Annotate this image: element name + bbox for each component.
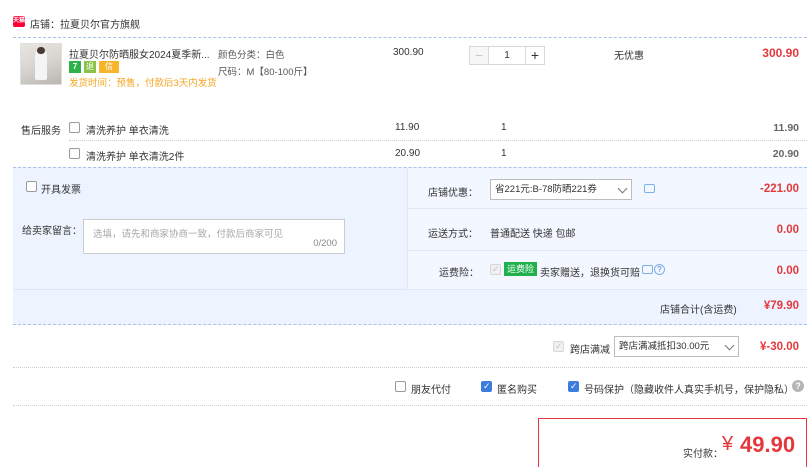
cross-store-label: 跨店满减	[570, 345, 610, 356]
coupon-select[interactable]: 省221元:B-78防晒221券	[490, 179, 632, 200]
tmall-shop-icon: 天猫	[13, 16, 25, 27]
coupon-amount: -221.00	[759, 183, 799, 195]
after-sales-label: 售后服务	[21, 126, 61, 137]
insurance-text: 卖家赠送，退换货可赔	[540, 268, 640, 279]
cross-store-checkbox[interactable]	[553, 341, 564, 352]
product-thumbnail[interactable]	[20, 43, 62, 85]
chat-bubble-icon[interactable]	[642, 265, 653, 274]
service-total: 11.90	[773, 122, 799, 134]
invoice-label: 开具发票	[41, 185, 81, 196]
quantity-input[interactable]: 1	[489, 47, 525, 64]
service-checkbox[interactable]	[69, 148, 80, 159]
divider	[13, 37, 807, 38]
spec-size: 尺码：M【80-100斤】	[218, 67, 313, 78]
service-name: 清洗养护 单衣清洗2件	[86, 152, 185, 163]
help-icon[interactable]: ?	[654, 264, 665, 275]
service-qty: 1	[501, 148, 507, 159]
message-label: 给卖家留言：	[22, 226, 82, 237]
shop-total-label: 店铺合计(含运费)	[660, 305, 737, 316]
invoice-checkbox[interactable]	[26, 181, 37, 192]
service-checkbox[interactable]	[69, 122, 80, 133]
shipping-method: 普通配送 快递 包邮	[490, 229, 576, 240]
currency-symbol: ¥	[722, 433, 734, 455]
coupon-label: 店铺优惠：	[428, 188, 478, 199]
unit-price: 300.90	[393, 47, 424, 58]
increase-quantity-button[interactable]: +	[525, 47, 544, 64]
service-qty: 1	[501, 122, 507, 133]
seller-message-input[interactable]: 选填，请先和商家协商一致，付款后商家可见 0/200	[83, 219, 345, 254]
service-total: 20.90	[772, 148, 799, 160]
service-price: 11.90	[395, 122, 420, 133]
credit-card-icon: 信	[99, 61, 119, 73]
insurance-amount: 0.00	[776, 265, 799, 277]
quantity-stepper[interactable]: − 1 +	[469, 46, 545, 65]
divider	[13, 289, 807, 290]
service-price: 20.90	[395, 148, 421, 159]
seven-day-return-icon: 7	[69, 61, 81, 73]
discount-text: 无优惠	[614, 51, 644, 62]
cross-store-select[interactable]: 跨店满减抵扣30.00元	[614, 336, 739, 357]
privacy-label: 号码保护（隐藏收件人真实手机号，保护隐私）	[584, 385, 794, 396]
payment-amount: 49.90	[740, 432, 796, 457]
service-name: 清洗养护 单衣清洗	[86, 126, 169, 137]
payment-label: 实付款：	[683, 449, 723, 460]
cross-store-amount: ¥-30.00	[759, 341, 799, 353]
chat-bubble-icon[interactable]	[644, 184, 655, 193]
product-title[interactable]: 拉夏贝尔防晒服女2024夏季新...	[69, 46, 214, 61]
insurance-label: 运费险：	[439, 268, 479, 279]
divider	[13, 405, 807, 406]
decrease-quantity-button[interactable]: −	[470, 47, 489, 64]
item-subtotal: 300.90	[762, 46, 799, 60]
shop-name[interactable]: 店铺：拉夏贝尔官方旗舰	[30, 16, 140, 31]
divider	[69, 140, 807, 141]
shipping-amount: 0.00	[776, 224, 799, 236]
message-placeholder: 选填，请先和商家协商一致，付款后商家可见	[93, 229, 284, 240]
friend-pay-checkbox[interactable]	[395, 381, 406, 392]
coupon-selected: 省221元:B-78防晒221券	[495, 184, 597, 195]
chevron-down-icon	[617, 183, 628, 194]
privacy-checkbox[interactable]	[568, 381, 579, 392]
friend-pay-label: 朋友代付	[411, 385, 451, 396]
insurance-badge: 运费险	[504, 262, 538, 276]
shop-total-amount: ¥79.90	[763, 300, 799, 312]
anonymous-checkbox[interactable]	[481, 381, 492, 392]
shipping-label: 运送方式：	[428, 229, 478, 240]
divider	[13, 367, 807, 368]
divider	[407, 250, 807, 251]
chevron-down-icon	[724, 340, 735, 351]
divider	[407, 208, 807, 209]
ship-notice: 发货时间：预售，付款后3天内发货	[69, 78, 217, 89]
anonymous-label: 匿名购买	[497, 385, 537, 396]
help-icon[interactable]: ?	[792, 380, 804, 392]
cross-store-selected: 跨店满减抵扣30.00元	[619, 341, 710, 352]
insurance-checkbox[interactable]	[490, 264, 501, 275]
return-insurance-icon: 退	[84, 61, 96, 73]
message-counter: 0/200	[313, 238, 337, 249]
spec-color: 颜色分类：白色	[218, 50, 285, 61]
